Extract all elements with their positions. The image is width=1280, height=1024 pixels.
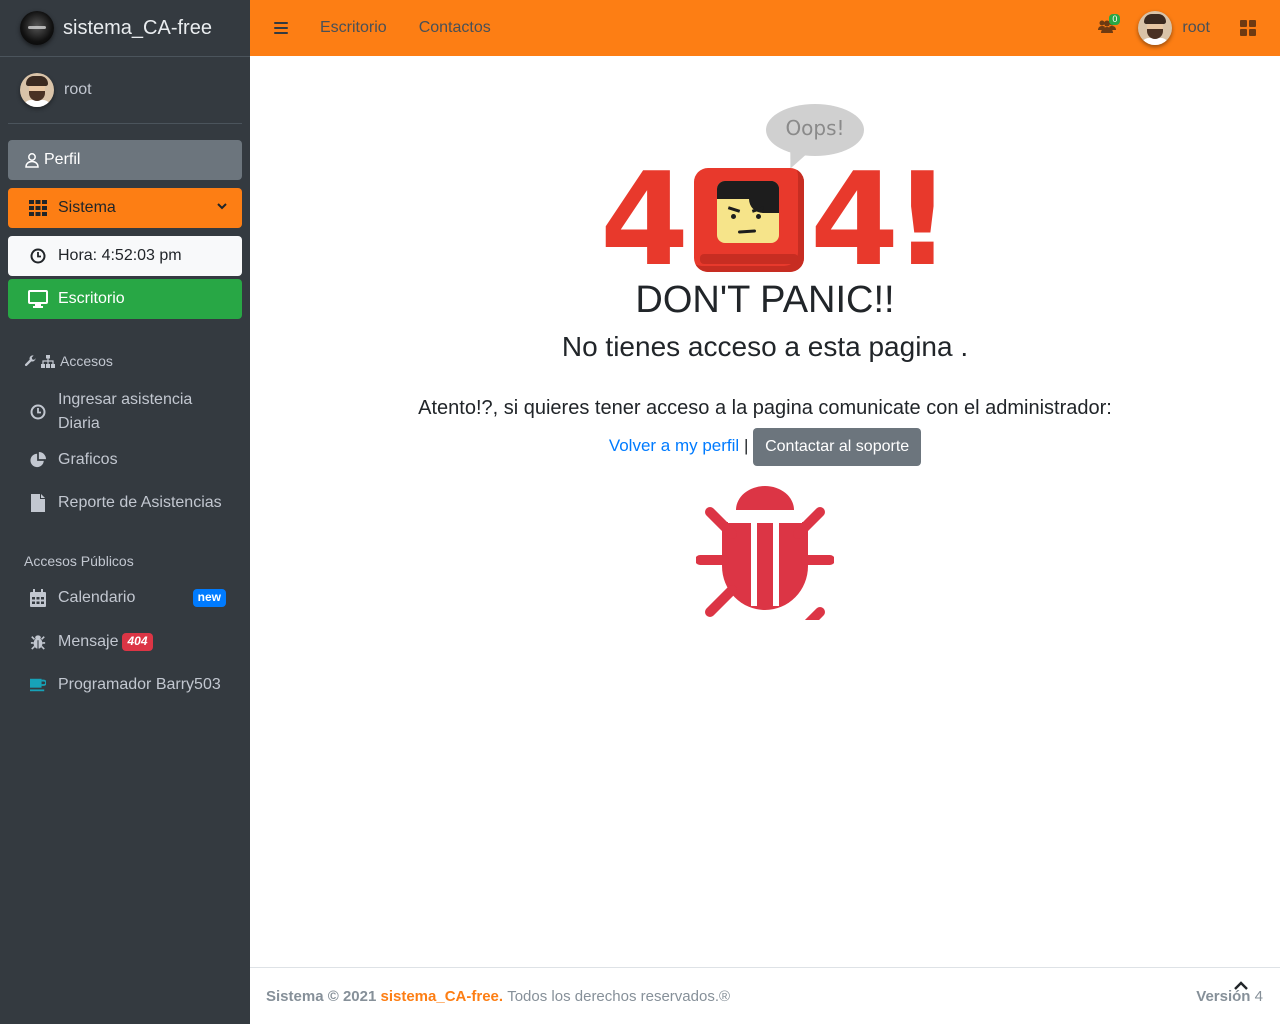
error-message: Atento!?, si quieres tener acceso a la p… (418, 397, 1112, 419)
section-header-publicos: Accesos Públicos (0, 553, 250, 569)
widgets-grid-icon[interactable] (1240, 20, 1256, 36)
version-number: 4 (1254, 988, 1263, 1005)
user-icon (24, 152, 40, 168)
back-to-profile-link[interactable]: Volver a my perfil (609, 436, 739, 455)
error-digit-right: 4! (810, 146, 951, 295)
users-count-badge: 0 (1109, 13, 1121, 26)
sidebar-item-label: Graficos (58, 451, 118, 468)
footer-sistema: Sistema (266, 987, 324, 1005)
perfil-button[interactable]: Perfil (8, 140, 242, 180)
brand-link[interactable]: sistema_CA-free (0, 0, 250, 57)
bug-icon (695, 486, 835, 639)
version-label: Versión (1196, 988, 1251, 1005)
section-label-accesos: Accesos (60, 353, 113, 369)
navbar-right: 0 root (1098, 0, 1280, 56)
sidebar-nav: Perfil Sistema Hora: 4:52:03 pm Escritor… (0, 140, 250, 319)
sidebar-item-label: Reporte de Asistencias (58, 494, 222, 511)
escritorio-label: Escritorio (58, 290, 125, 307)
pie-chart-icon (30, 451, 46, 469)
sidebar-item-reporte[interactable]: Reporte de Asistencias (0, 491, 250, 515)
error-badge: 404 (122, 633, 153, 651)
error-actions: Volver a my perfil | Contactar al soport… (250, 427, 1280, 466)
hora-label: Hora: 4:52:03 pm (58, 247, 182, 264)
scroll-to-top-icon[interactable] (1234, 980, 1248, 990)
sidebar-item-mensaje[interactable]: Mensaje 404 (0, 630, 250, 654)
angry-face-screen (694, 168, 804, 272)
sidebar: sistema_CA-free root Perfil Sistema Hora… (0, 0, 250, 1024)
nav-link-escritorio[interactable]: Escritorio (320, 19, 387, 37)
coffee-icon (30, 677, 46, 693)
top-navbar: Escritorio Contactos 0 root (250, 0, 1280, 56)
clock-icon (28, 248, 48, 264)
sidebar-item-graficos[interactable]: Graficos (0, 448, 250, 472)
oops-text: Oops! (785, 116, 845, 140)
user-avatar (20, 73, 54, 107)
brand-logo (20, 11, 54, 45)
section-label-publicos: Accesos Públicos (24, 553, 134, 569)
footer-version: Versión 4 (1196, 988, 1263, 1005)
chevron-down-icon (216, 199, 228, 217)
hora-display: Hora: 4:52:03 pm (8, 236, 242, 276)
sidebar-item-label: Mensaje (58, 633, 119, 650)
sidebar-item-label: Programador Barry503 (58, 676, 221, 693)
navbar-user-name[interactable]: root (1182, 19, 1210, 37)
sistema-label: Sistema (58, 199, 116, 216)
error-subtitle: No tienes acceso a esta pagina . (561, 331, 969, 362)
desktop-icon (28, 290, 48, 308)
contact-support-button[interactable]: Contactar al soporte (753, 428, 922, 466)
bug-icon (30, 633, 46, 651)
error-digit-left: 4 (600, 146, 689, 295)
sidebar-item-asistencia[interactable]: Ingresar asistencia Diaria (0, 387, 250, 437)
footer-copyright: © 2021 (327, 987, 377, 1005)
hamburger-menu-icon[interactable] (274, 22, 288, 34)
footer-rights: Todos los derechos reservados.® (507, 987, 731, 1005)
sidebar-item-programador[interactable]: Programador Barry503 (0, 673, 250, 697)
users-dropdown[interactable]: 0 (1098, 13, 1121, 38)
error-headline: DON'T PANIC!! (635, 279, 895, 321)
clock-icon (30, 404, 46, 420)
main-content: Oops! 4 4! DON'T PANIC!! No tienes acces… (250, 56, 1280, 967)
sidebar-item-label: Calendario (58, 589, 136, 606)
perfil-label: Perfil (44, 151, 81, 168)
file-icon (30, 494, 46, 512)
sidebar-item-label: Ingresar asistencia Diaria (58, 391, 193, 432)
footer: Sistema © 2021 sistema_CA-free. Todos lo… (250, 967, 1280, 1024)
nav-link-contactos[interactable]: Contactos (419, 19, 491, 37)
section-header-accesos: Accesos (0, 353, 250, 369)
wrench-icon (24, 354, 37, 368)
sitemap-icon (41, 354, 55, 368)
escritorio-button[interactable]: Escritorio (8, 279, 242, 319)
user-panel[interactable]: root (8, 57, 242, 124)
grid-icon (28, 200, 48, 216)
sidebar-item-calendario[interactable]: Calendario new (0, 586, 250, 610)
error-404-illustration: Oops! 4 4! (600, 104, 951, 295)
brand-name: sistema_CA-free (63, 16, 212, 39)
footer-brand-link[interactable]: sistema_CA-free. (380, 988, 503, 1005)
sistema-button[interactable]: Sistema (8, 188, 242, 228)
navbar-user-avatar[interactable] (1138, 11, 1173, 45)
user-name[interactable]: root (64, 81, 92, 99)
actions-separator: | (743, 436, 749, 455)
calendar-icon (30, 589, 46, 607)
new-badge: new (192, 589, 226, 607)
